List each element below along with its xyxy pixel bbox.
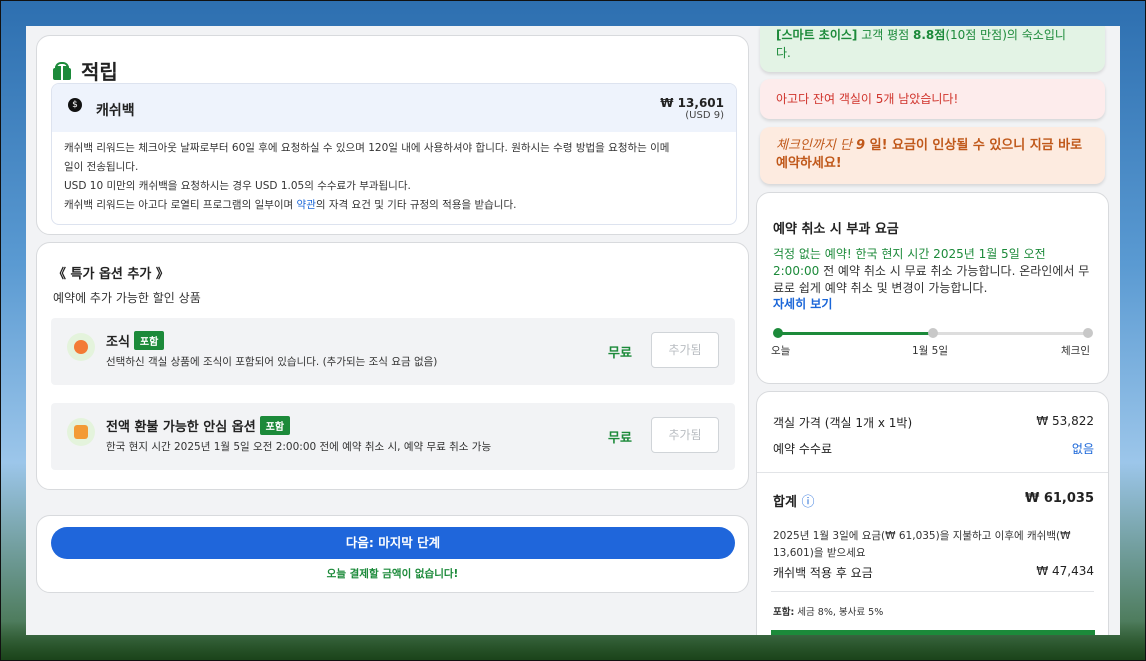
gift-icon [53,61,71,80]
total-label: 합계 [773,495,797,510]
option-name: 전액 환불 가능한 안심 옵션 [106,420,256,435]
breakfast-icon [67,333,95,361]
option-description: 선택하신 객실 상품에 조식이 포함되어 있습니다. (추가되는 조식 요금 없… [106,356,438,368]
info-icon[interactable]: ⓘ [801,495,814,510]
next-step-button[interactable]: 다음: 마지막 단계 [51,527,735,559]
special-options-subtitle: 예약에 추가 가능한 할인 상품 [53,291,201,305]
rooms-left-note: 아고다 잔여 객실이 5개 남았습니다! [760,79,1105,119]
terms-link[interactable]: 약관 [297,199,316,211]
price-highlight-bar [771,630,1095,635]
option-price: 무료 [608,346,632,361]
cashback-terms: 캐쉬백 리워드는 체크아웃 날짜로부터 60일 후에 요청하실 수 있으며 12… [64,142,670,211]
included-badge: 포함 [133,331,165,350]
smart-choice-note: [스마트 초이스] 고객 평점 8.8점(10점 만점)의 숙소입니 다. [760,26,1105,72]
timeline-label-today: 오늘 [771,345,791,357]
option-refundable: 전액 환불 가능한 안심 옵션 포함 한국 현지 시간 2025년 1월 5일 오… [51,403,735,470]
next-step-card: 다음: 마지막 단계 오늘 결제할 금액이 없습니다! [36,515,749,593]
cancellation-title: 예약 취소 시 부과 요금 [773,222,899,237]
reward-card: 적립 $ 캐쉬백 ₩ 13,601 (USD 9) 캐쉬백 리워드는 체크아웃 … [36,35,749,235]
included-badge: 포함 [259,416,291,435]
room-price: ₩ 53,822 [1036,414,1094,428]
cashback-amount: ₩ 13,601 (USD 9) [660,96,724,121]
timeline-label-checkin: 체크인 [1061,345,1090,357]
total-price: ₩ 61,035 [1024,491,1094,506]
added-button[interactable]: 추가됨 [651,332,719,368]
option-breakfast: 조식 포함 선택하신 객실 상품에 조식이 포함되어 있습니다. (추가되는 조식… [51,318,735,385]
option-price: 무료 [608,431,632,446]
cancellation-timeline [773,328,1093,338]
urgency-note: 체크인까지 단 9 일! 요금이 인상될 수 있으니 지금 바로 예약하세요! [760,127,1105,184]
cashback-header: $ 캐쉬백 ₩ 13,601 (USD 9) [52,84,736,132]
smart-choice-label: [스마트 초이스] [776,28,858,42]
special-options-title: 《 특가 옵션 추가 》 [53,267,169,282]
booking-fee[interactable]: 없음 [1072,440,1094,457]
option-description: 한국 현지 시간 2025년 1월 5일 오전 2:00:00 전에 예약 취소… [106,441,492,453]
cashback-label: 캐쉬백 [96,103,135,119]
option-name: 조식 [106,335,130,350]
cashback-box: $ 캐쉬백 ₩ 13,601 (USD 9) 캐쉬백 리워드는 체크아웃 날짜로… [51,83,737,225]
room-price-row: 객실 가격 (객실 1개 x 1박) ₩ 53,822 [773,414,1094,430]
after-cashback-row: 캐쉬백 적용 후 요금 ₩ 47,434 [773,564,1094,580]
tax-note: 포함: 세금 8%, 봉사료 5% [773,607,884,618]
timeline-dot-deadline [928,328,938,338]
cashback-usd: (USD 9) [685,110,724,121]
after-cashback-price: ₩ 47,434 [1036,564,1094,578]
total-row: 합계 ⓘ ₩ 61,035 [773,491,1094,510]
coin-icon: $ [68,98,82,112]
cancellation-text: 걱정 없는 예약! 한국 현지 시간 2025년 1월 5일 오전 2:00:00… [773,247,1090,295]
no-payment-note: 오늘 결제할 금액이 없습니다! [326,568,459,580]
cancellation-card: 예약 취소 시 부과 요금 걱정 없는 예약! 한국 현지 시간 2025년 1… [756,192,1109,384]
more-details-link[interactable]: 자세히 보기 [773,295,832,312]
timeline-dot-today [773,328,783,338]
payment-schedule-text: 2025년 1월 3일에 요금(₩ 61,035)을 지불하고 이후에 캐쉬백(… [773,530,1071,559]
rating-score: 8.8점 [913,28,946,42]
reward-title: 적립 [53,56,118,85]
booking-page: 적립 $ 캐쉬백 ₩ 13,601 (USD 9) 캐쉬백 리워드는 체크아웃 … [26,26,1120,635]
booking-fee-row: 예약 수수료 없음 [773,440,1094,457]
price-card: 객실 가격 (객실 1개 x 1박) ₩ 53,822 예약 수수료 없음 합계 ⓘ… [756,391,1109,635]
timeline-label-deadline: 1월 5일 [912,345,949,357]
timeline-dot-checkin [1083,328,1093,338]
calendar-icon [67,418,95,446]
special-options-card: 《 특가 옵션 추가 》 예약에 추가 가능한 할인 상품 조식 포함 선택하신 … [36,242,749,490]
days-left: 9 [856,138,866,153]
added-button[interactable]: 추가됨 [651,417,719,453]
